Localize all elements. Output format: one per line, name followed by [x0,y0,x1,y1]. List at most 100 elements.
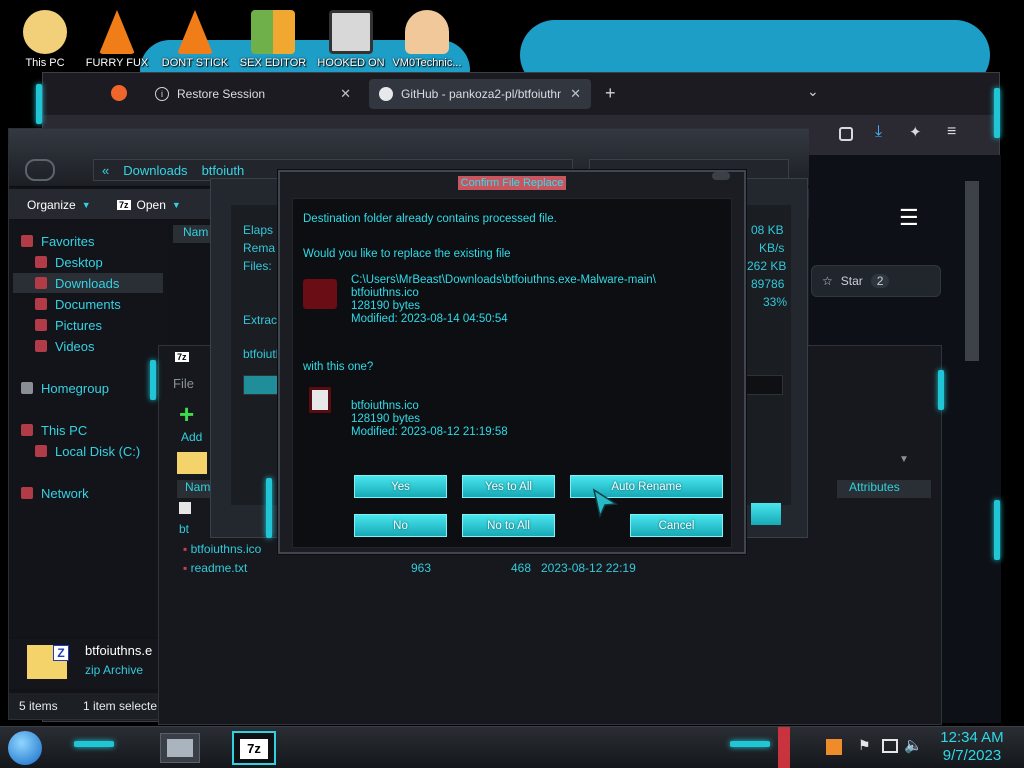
incoming-file-modified: Modified: 2023-08-12 21:19:58 [351,426,508,438]
progress-cancel-button[interactable] [751,503,781,525]
menu-icon[interactable]: ≡ [947,123,956,141]
column-header-name[interactable]: Nam [177,480,213,498]
star-button[interactable]: ☆ Star 2 [811,265,941,297]
file-row[interactable]: ▪ readme.txt 963 468 2023-08-12 22:19 [183,561,743,575]
clock-date: 9/7/2023 [942,747,1002,764]
dialog-message: Destination folder already contains proc… [303,213,557,225]
cancel-button[interactable]: Cancel [630,514,723,537]
documents-icon [35,298,47,310]
github-icon [379,87,393,101]
star-icon [21,235,33,247]
close-icon[interactable]: ✕ [340,86,351,102]
frame-glow [150,360,156,400]
download-icon[interactable]: ⤓ [875,123,882,141]
tab-restore-session[interactable]: i Restore Session ✕ [145,79,361,109]
mouse-cursor-icon [592,488,618,518]
computer-icon [21,424,33,436]
nav-favorites[interactable]: Favorites [21,231,94,251]
file-row[interactable]: ▪ btfoiuthns.ico [183,542,261,556]
nav-this-pc[interactable]: This PC [21,420,87,440]
file-row[interactable]: bt [179,522,189,536]
nav-downloads[interactable]: Downloads [13,273,163,293]
system-clock[interactable]: 12:34 AM 9/7/2023 [934,729,1010,765]
nav-documents[interactable]: Documents [35,294,121,314]
frame-glow [994,88,1000,138]
nav-network[interactable]: Network [21,483,89,503]
existing-file-name: btfoiuthns.ico [351,287,419,299]
existing-file-icon [303,279,337,309]
homegroup-icon [21,382,33,394]
size-value: 262 KB [747,259,787,273]
yes-to-all-button[interactable]: Yes to All [462,475,555,498]
firefox-icon[interactable] [111,85,127,101]
back-button[interactable] [25,159,55,181]
scrollbar[interactable] [965,181,979,361]
details-filetype: zip Archive [85,663,144,677]
dropdown-arrow-icon: ▼ [171,200,181,210]
percent-value: 33% [763,295,788,309]
existing-file-path: C:\Users\MrBeast\Downloads\btfoiuthns.ex… [351,274,656,286]
dialog-with-this: with this one? [303,361,374,373]
star-icon: ☆ [822,274,833,288]
volume-icon[interactable]: 🔈 [904,736,923,754]
no-to-all-button[interactable]: No to All [462,514,555,537]
yes-button[interactable]: Yes [354,475,447,498]
hook-app-icon [329,10,373,54]
no-button[interactable]: No [354,514,447,537]
nav-local-disk[interactable]: Local Disk (C:) [35,441,140,461]
file-icon [179,502,191,514]
tab-github[interactable]: GitHub - pankoza2-pl/btfoiuthn ✕ [369,79,591,109]
taskbar: 7z ⚑ 🔈 12:34 AM 9/7/2023 [0,726,1024,768]
nav-homegroup[interactable]: Homegroup [21,378,109,398]
folder-up-icon[interactable] [177,452,207,474]
tray-app-icon[interactable] [826,739,842,755]
chevron-down-icon[interactable]: ▼ [899,454,909,465]
network-icon[interactable] [882,739,898,753]
desktop-icon-hooked-on[interactable]: HOOKED ON [316,10,386,69]
column-header-attributes[interactable]: Attributes [837,480,931,498]
show-desktop-strip[interactable] [778,727,790,768]
menu-file[interactable]: File [173,376,194,391]
nav-desktop[interactable]: Desktop [35,252,103,272]
drive-icon [35,445,47,457]
desktop-icon-sex-editor[interactable]: SEX EDITOR [238,10,308,69]
frame-glow [938,370,944,410]
status-item-count: 5 items [19,699,58,713]
taskbar-explorer-button[interactable] [160,733,200,763]
7zip-icon: 7z [175,352,189,362]
start-orb-icon[interactable] [8,731,42,765]
pocket-icon[interactable] [839,127,853,141]
extensions-icon[interactable]: ✦ [909,123,922,141]
nav-videos[interactable]: Videos [35,336,95,356]
info-icon: i [155,87,169,101]
organize-button[interactable]: Organize ▼ [27,194,91,216]
frame-glow [266,478,272,538]
network-icon [21,487,33,499]
7zip-icon: 7z [240,739,268,759]
pictures-icon [35,319,47,331]
processed-value: 08 KB [751,223,784,237]
7zip-icon: 7z [117,200,131,210]
downloads-icon [35,277,47,289]
desktop-icon-dont-stick[interactable]: DONT STICK [160,10,230,69]
hex-editor-icon [251,10,295,54]
nav-pictures[interactable]: Pictures [35,315,102,335]
chevron-down-icon[interactable]: ⌄ [807,83,819,100]
remaining-label: Rema [243,241,276,255]
close-icon[interactable] [712,172,730,180]
close-icon[interactable]: ✕ [570,86,581,102]
existing-file-size: 128190 bytes [351,300,421,312]
desktop-icon-this-pc[interactable]: This PC [10,10,80,69]
taskbar-7zip-button[interactable]: 7z [232,731,276,765]
add-button[interactable]: Add [181,430,202,444]
desktop-icon-furry-fux[interactable]: FURRY FUX [82,10,152,69]
dialog-titlebar[interactable]: Confirm File Replace [280,174,744,190]
hamburger-icon[interactable]: ☰ [899,205,919,231]
new-tab-plus-icon[interactable]: + [605,83,616,104]
dropdown-arrow-icon: ▼ [81,200,91,210]
flag-icon[interactable]: ⚑ [858,737,871,754]
desktop-icon-vm0technic[interactable]: VM0Technic... [392,10,462,69]
open-button[interactable]: 7z Open ▼ [117,194,181,216]
taskbar-glow [74,741,114,747]
incoming-file-size: 128190 bytes [351,413,421,425]
